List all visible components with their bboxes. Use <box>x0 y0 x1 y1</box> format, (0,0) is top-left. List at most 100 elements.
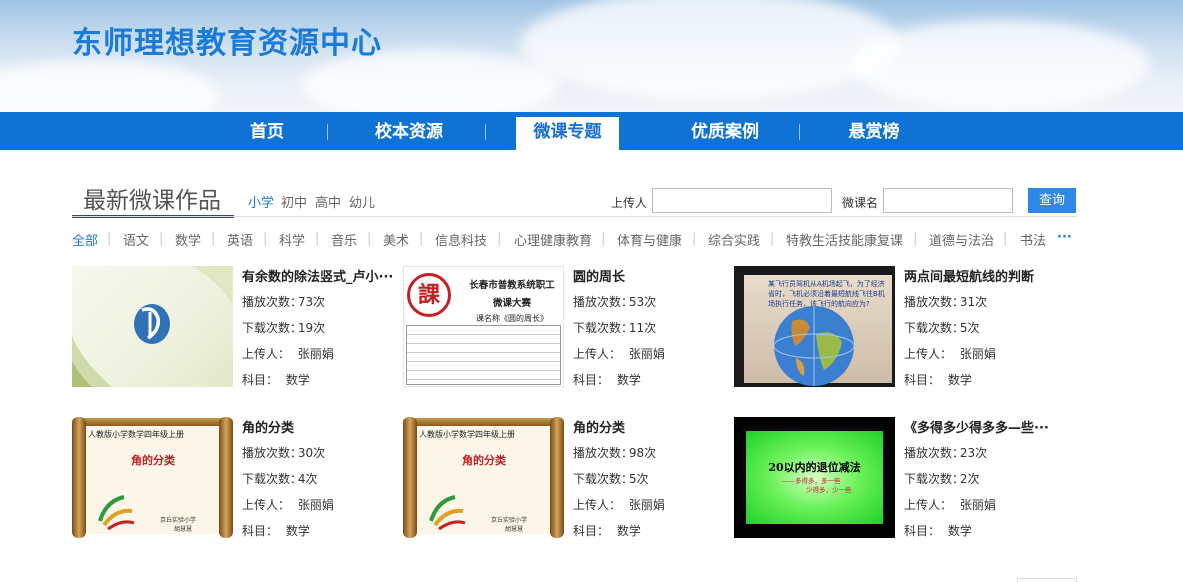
nav-bounty-board[interactable]: 悬赏榜 <box>836 112 912 150</box>
download-count: 下载次数： 11次 <box>573 319 656 336</box>
subject-separator: | <box>692 231 697 246</box>
subject-art[interactable]: 美术 <box>383 230 409 249</box>
subject-music[interactable]: 音乐 <box>331 230 357 249</box>
course-title[interactable]: 有余数的除法竖式_卢小··· <box>242 266 402 285</box>
subject-special-ed[interactable]: 特教生活技能康复课 <box>786 230 903 249</box>
subject-chinese[interactable]: 语文 <box>123 230 149 249</box>
nav-divider <box>799 124 800 140</box>
play-count-label: 播放次数： <box>242 295 303 309</box>
section-header: 最新微课作品 小学 初中 高中 幼儿 上传人 微课名 查询 <box>72 175 1077 219</box>
subject-practice[interactable]: 综合实践 <box>708 230 760 249</box>
course-thumbnail[interactable]: 人教版小学数学四年级上册 角的分类 京丘实验小学 胡慧慧 <box>72 417 233 538</box>
subject-separator: | <box>419 231 424 246</box>
course-title[interactable]: 角的分类 <box>242 417 402 436</box>
subject-all[interactable]: 全部 <box>72 230 98 249</box>
play-count-value: 31次 <box>959 295 988 309</box>
download-count: 下载次数： 5次 <box>904 319 979 336</box>
subject-pe-health[interactable]: 体育与健康 <box>617 230 682 249</box>
download-count-value: 2次 <box>959 472 980 486</box>
play-count-value: 53次 <box>628 295 657 309</box>
course-name-input[interactable] <box>883 188 1013 213</box>
nav-quality-cases[interactable]: 优质案例 <box>677 112 773 150</box>
nav-home[interactable]: 首页 <box>228 112 306 150</box>
section-title: 最新微课作品 <box>83 188 221 214</box>
subject-math[interactable]: 数学 <box>175 230 201 249</box>
level-primary[interactable]: 小学 <box>248 192 274 211</box>
uploader: 上传人： 张丽娟 <box>242 345 334 362</box>
play-count: 播放次数： 31次 <box>904 293 987 310</box>
download-count-label: 下载次数： <box>573 321 634 335</box>
subject: 科目： 数学 <box>242 371 310 388</box>
subject-label: 科目： <box>573 524 610 538</box>
subject-value: 数学 <box>616 373 641 387</box>
course-card[interactable]: 有余数的除法竖式_卢小··· 播放次数： 73次 下载次数： 19次 上传人： … <box>72 266 402 388</box>
download-count-label: 下载次数： <box>904 321 965 335</box>
nav-school-resources[interactable]: 校本资源 <box>362 112 456 150</box>
play-count: 播放次数： 23次 <box>904 444 987 461</box>
subject-it[interactable]: 信息科技 <box>435 230 487 249</box>
subject-label: 科目： <box>904 373 941 387</box>
course-card[interactable]: 課 长春市普教系统职工 微课大赛 课名称《圆的周长》 圆的周长 播放次数： 53… <box>403 266 733 388</box>
uploader-value: 张丽娟 <box>297 347 334 361</box>
course-card[interactable]: 人教版小学数学四年级上册 角的分类 京丘实验小学 胡慧慧 角的分类 播放次数： … <box>403 417 733 539</box>
more-subjects-button[interactable]: ··· <box>1057 230 1072 245</box>
subject: 科目： 数学 <box>242 522 310 539</box>
level-senior[interactable]: 高中 <box>315 192 341 211</box>
course-card[interactable]: 某飞行员驾机从A机场起飞，为了经济省时，飞机必须沿着最短航线飞往B机场执行任务，… <box>734 266 1064 388</box>
course-title[interactable]: 角的分类 <box>573 417 733 436</box>
subject-separator: | <box>1003 231 1008 246</box>
course-card[interactable]: 人教版小学数学四年级上册 角的分类 京丘实验小学 胡慧慧 角的分类 播放次数： … <box>72 417 402 539</box>
subject-separator: | <box>497 231 502 246</box>
uploader: 上传人： 张丽娟 <box>904 496 996 513</box>
level-junior[interactable]: 初中 <box>281 192 307 211</box>
subject-label: 科目： <box>904 524 941 538</box>
download-count-label: 下载次数： <box>904 472 965 486</box>
school-logo-icon <box>429 495 466 531</box>
course-title[interactable]: 圆的周长 <box>573 266 733 285</box>
uploader-label: 上传人： <box>242 347 291 361</box>
course-title[interactable]: 《多得多少得多多—些··· <box>904 417 1064 436</box>
course-title[interactable]: 两点间最短航线的判断 <box>904 266 1064 285</box>
download-count-value: 5次 <box>628 472 649 486</box>
download-count-value: 19次 <box>297 321 326 335</box>
uploader-label: 上传人： <box>904 498 953 512</box>
uploader-input[interactable] <box>652 188 832 213</box>
course-thumbnail[interactable]: 人教版小学数学四年级上册 角的分类 京丘实验小学 胡慧慧 <box>403 417 564 538</box>
subject-mental-health[interactable]: 心理健康教育 <box>514 230 592 249</box>
uploader: 上传人： 张丽娟 <box>573 345 665 362</box>
nav-micro-course[interactable]: 微课专题 <box>516 117 619 150</box>
abstract-logo-icon <box>72 266 233 387</box>
download-count: 下载次数： 5次 <box>573 470 648 487</box>
subject-label: 科目： <box>242 524 279 538</box>
uploader-label: 上传人： <box>573 498 622 512</box>
course-thumbnail[interactable]: 某飞行员驾机从A机场起飞，为了经济省时，飞机必须沿着最短航线飞往B机场执行任务，… <box>734 266 895 387</box>
play-count: 播放次数： 98次 <box>573 444 656 461</box>
subject-separator: | <box>315 231 320 246</box>
subject-value: 数学 <box>616 524 641 538</box>
play-count-label: 播放次数： <box>573 446 634 460</box>
subject-english[interactable]: 英语 <box>227 230 253 249</box>
course-thumbnail[interactable] <box>72 266 233 387</box>
pagination[interactable] <box>1017 578 1077 582</box>
subject-label: 科目： <box>242 373 279 387</box>
download-count-value: 5次 <box>959 321 980 335</box>
contest-logo-icon: 課 <box>407 273 451 317</box>
course-card[interactable]: 20以内的退位减法 ——多得多，多一些 少得多，少一些 《多得多少得多多—些··… <box>734 417 1064 539</box>
play-count-label: 播放次数： <box>242 446 303 460</box>
subject: 科目： 数学 <box>904 522 972 539</box>
subject-morality-law[interactable]: 道德与法治 <box>929 230 994 249</box>
level-preschool[interactable]: 幼儿 <box>349 192 375 211</box>
play-count-label: 播放次数： <box>904 446 965 460</box>
course-thumbnail[interactable]: 20以内的退位减法 ——多得多，多一些 少得多，少一些 <box>734 417 895 538</box>
subject-separator: | <box>601 231 606 246</box>
subject-calligraphy[interactable]: 书法 <box>1020 230 1046 249</box>
play-count-label: 播放次数： <box>573 295 634 309</box>
search-button[interactable]: 查询 <box>1028 188 1076 213</box>
globe-icon <box>773 306 855 386</box>
subject-separator: | <box>159 231 164 246</box>
course-thumbnail[interactable]: 課 长春市普教系统职工 微课大赛 课名称《圆的周长》 <box>403 266 564 387</box>
uploader-value: 张丽娟 <box>628 498 665 512</box>
subject-value: 数学 <box>947 373 972 387</box>
course-name-label: 微课名 <box>842 196 879 210</box>
subject-science[interactable]: 科学 <box>279 230 305 249</box>
